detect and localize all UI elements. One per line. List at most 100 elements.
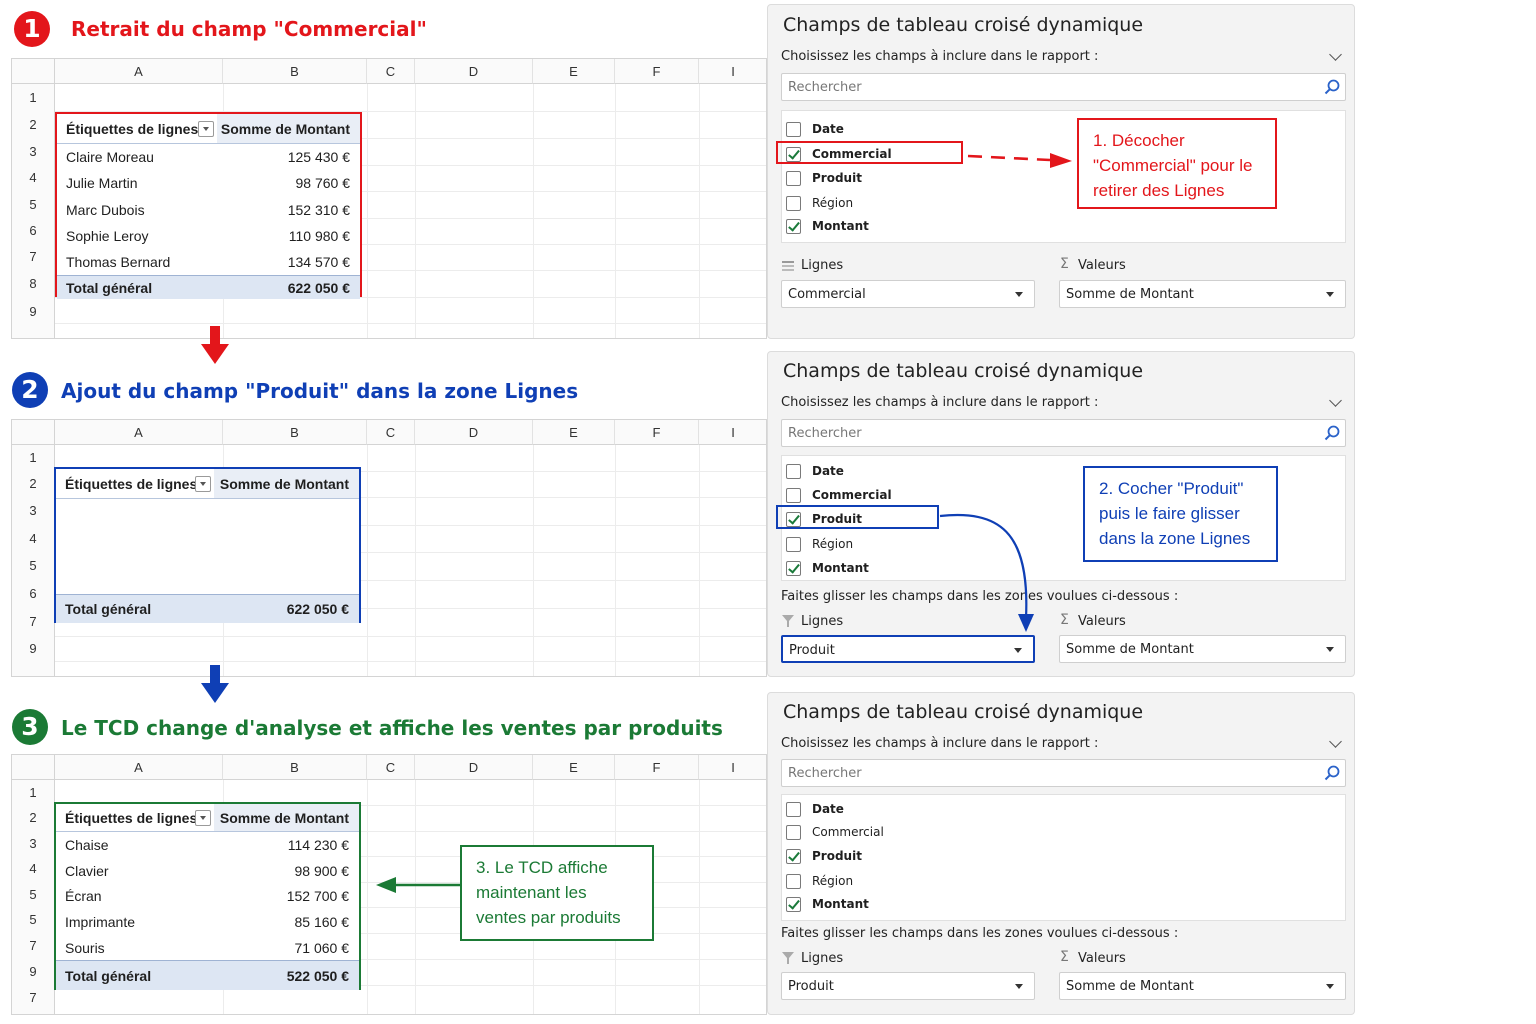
field-checkbox[interactable]: [786, 196, 801, 211]
row-header[interactable]: 1: [12, 780, 55, 805]
rows-zone-dropdown[interactable]: Produit: [781, 972, 1035, 1000]
row-header[interactable]: 3: [12, 497, 55, 525]
row-header[interactable]: 1: [12, 445, 55, 471]
chevron-down-icon[interactable]: [1329, 735, 1342, 748]
col-header-d[interactable]: D: [415, 420, 533, 445]
table-row[interactable]: Marc Dubois 152 310 €: [57, 196, 360, 223]
row-header[interactable]: 6: [12, 580, 55, 608]
field-checkbox[interactable]: [786, 171, 801, 186]
dropdown-arrow-icon[interactable]: [1014, 648, 1022, 653]
chevron-down-icon[interactable]: [1329, 394, 1342, 407]
field-checkbox[interactable]: [786, 464, 801, 479]
row-header[interactable]: 4: [12, 525, 55, 552]
field-checkbox[interactable]: [786, 219, 801, 234]
row-header[interactable]: 2: [12, 111, 55, 138]
row-labels-filter-button[interactable]: [198, 120, 214, 137]
row-header[interactable]: 8: [12, 270, 55, 297]
dropdown-arrow-icon[interactable]: [1326, 292, 1334, 297]
col-header-c[interactable]: C: [367, 59, 415, 84]
col-header-a[interactable]: A: [55, 755, 223, 780]
rows-zone-dropdown[interactable]: Commercial: [781, 280, 1035, 308]
field-checkbox[interactable]: [786, 122, 801, 137]
col-header-d[interactable]: D: [415, 59, 533, 84]
row-header[interactable]: 9: [12, 297, 55, 338]
dropdown-arrow-icon[interactable]: [1015, 292, 1023, 297]
row-header[interactable]: 3: [12, 138, 55, 165]
col-header-c[interactable]: C: [367, 755, 415, 780]
search-input[interactable]: Rechercher: [781, 759, 1346, 787]
field-checkbox[interactable]: [786, 849, 801, 864]
field-checkbox[interactable]: [786, 874, 801, 889]
col-header-a[interactable]: A: [55, 59, 223, 84]
values-zone-dropdown[interactable]: Somme de Montant: [1059, 635, 1346, 663]
pivot-header-row[interactable]: Étiquettes de lignes Somme de Montant: [56, 804, 359, 832]
row-header[interactable]: 4: [12, 856, 55, 882]
col-header-i[interactable]: I: [699, 755, 766, 780]
field-checkbox[interactable]: [786, 897, 801, 912]
row-header[interactable]: 5: [12, 191, 55, 218]
row-header[interactable]: 9: [12, 959, 55, 985]
table-row[interactable]: Clavier 98 900 €: [56, 858, 359, 883]
row-header[interactable]: 7: [12, 608, 55, 636]
dropdown-arrow-icon[interactable]: [1015, 984, 1023, 989]
rows-zone-dropdown[interactable]: Produit: [781, 635, 1035, 663]
row-labels-filter-button[interactable]: [195, 475, 211, 492]
field-checkbox[interactable]: [786, 825, 801, 840]
table-row[interactable]: Thomas Bernard 134 570 €: [57, 249, 360, 275]
row-header[interactable]: 1: [12, 84, 55, 111]
col-header-b[interactable]: B: [223, 59, 367, 84]
row-header[interactable]: 4: [12, 165, 55, 191]
dropdown-arrow-icon[interactable]: [1326, 647, 1334, 652]
table-row[interactable]: Imprimante 85 160 €: [56, 909, 359, 935]
col-header-f[interactable]: F: [615, 59, 699, 84]
search-icon[interactable]: [1323, 424, 1341, 442]
row-header[interactable]: 6: [12, 218, 55, 244]
table-row[interactable]: Chaise 114 230 €: [56, 832, 359, 858]
values-zone-dropdown[interactable]: Somme de Montant: [1059, 972, 1346, 1000]
col-header-i[interactable]: I: [699, 59, 766, 84]
field-checkbox[interactable]: [786, 537, 801, 552]
dropdown-arrow-icon[interactable]: [1326, 984, 1334, 989]
row-header[interactable]: 5: [12, 552, 55, 580]
col-header-f[interactable]: F: [615, 755, 699, 780]
chevron-down-icon[interactable]: [1329, 48, 1342, 61]
grand-total-row[interactable]: Total général 622 050 €: [56, 594, 359, 623]
pivot-header-row[interactable]: Étiquettes de lignes Somme de Montant: [57, 114, 360, 144]
grand-total-row[interactable]: Total général 522 050 €: [56, 960, 359, 990]
col-header-d[interactable]: D: [415, 755, 533, 780]
table-row[interactable]: Écran 152 700 €: [56, 883, 359, 909]
col-header-i[interactable]: I: [699, 420, 766, 445]
row-header[interactable]: 2: [12, 471, 55, 497]
table-row[interactable]: Julie Martin 98 760 €: [57, 170, 360, 196]
table-row[interactable]: Sophie Leroy 110 980 €: [57, 223, 360, 249]
search-input[interactable]: Rechercher: [781, 419, 1346, 447]
row-labels-filter-button[interactable]: [195, 809, 211, 826]
row-header[interactable]: 3: [12, 831, 55, 856]
field-checkbox[interactable]: [786, 802, 801, 817]
table-row[interactable]: Claire Moreau 125 430 €: [57, 144, 360, 170]
grand-total-row[interactable]: Total général 622 050 €: [57, 275, 360, 299]
table-row[interactable]: Souris 71 060 €: [56, 935, 359, 960]
row-header[interactable]: 7: [12, 933, 55, 959]
row-header[interactable]: 9: [12, 636, 55, 676]
field-checkbox[interactable]: [786, 561, 801, 576]
row-header[interactable]: 5: [12, 907, 55, 933]
values-zone-dropdown[interactable]: Somme de Montant: [1059, 280, 1346, 308]
row-header[interactable]: 7: [12, 985, 55, 1014]
col-header-e[interactable]: E: [533, 59, 615, 84]
search-input[interactable]: Rechercher: [781, 73, 1346, 101]
col-header-b[interactable]: B: [223, 420, 367, 445]
field-checkbox[interactable]: [786, 488, 801, 503]
row-header[interactable]: 5: [12, 882, 55, 907]
search-icon[interactable]: [1323, 78, 1341, 96]
pivot-header-row[interactable]: Étiquettes de lignes Somme de Montant: [56, 469, 359, 499]
col-header-a[interactable]: A: [55, 420, 223, 445]
col-header-f[interactable]: F: [615, 420, 699, 445]
search-icon[interactable]: [1323, 764, 1341, 782]
col-header-c[interactable]: C: [367, 420, 415, 445]
row-header[interactable]: 2: [12, 805, 55, 831]
col-header-e[interactable]: E: [533, 420, 615, 445]
col-header-b[interactable]: B: [223, 755, 367, 780]
col-header-e[interactable]: E: [533, 755, 615, 780]
row-header[interactable]: 7: [12, 244, 55, 270]
